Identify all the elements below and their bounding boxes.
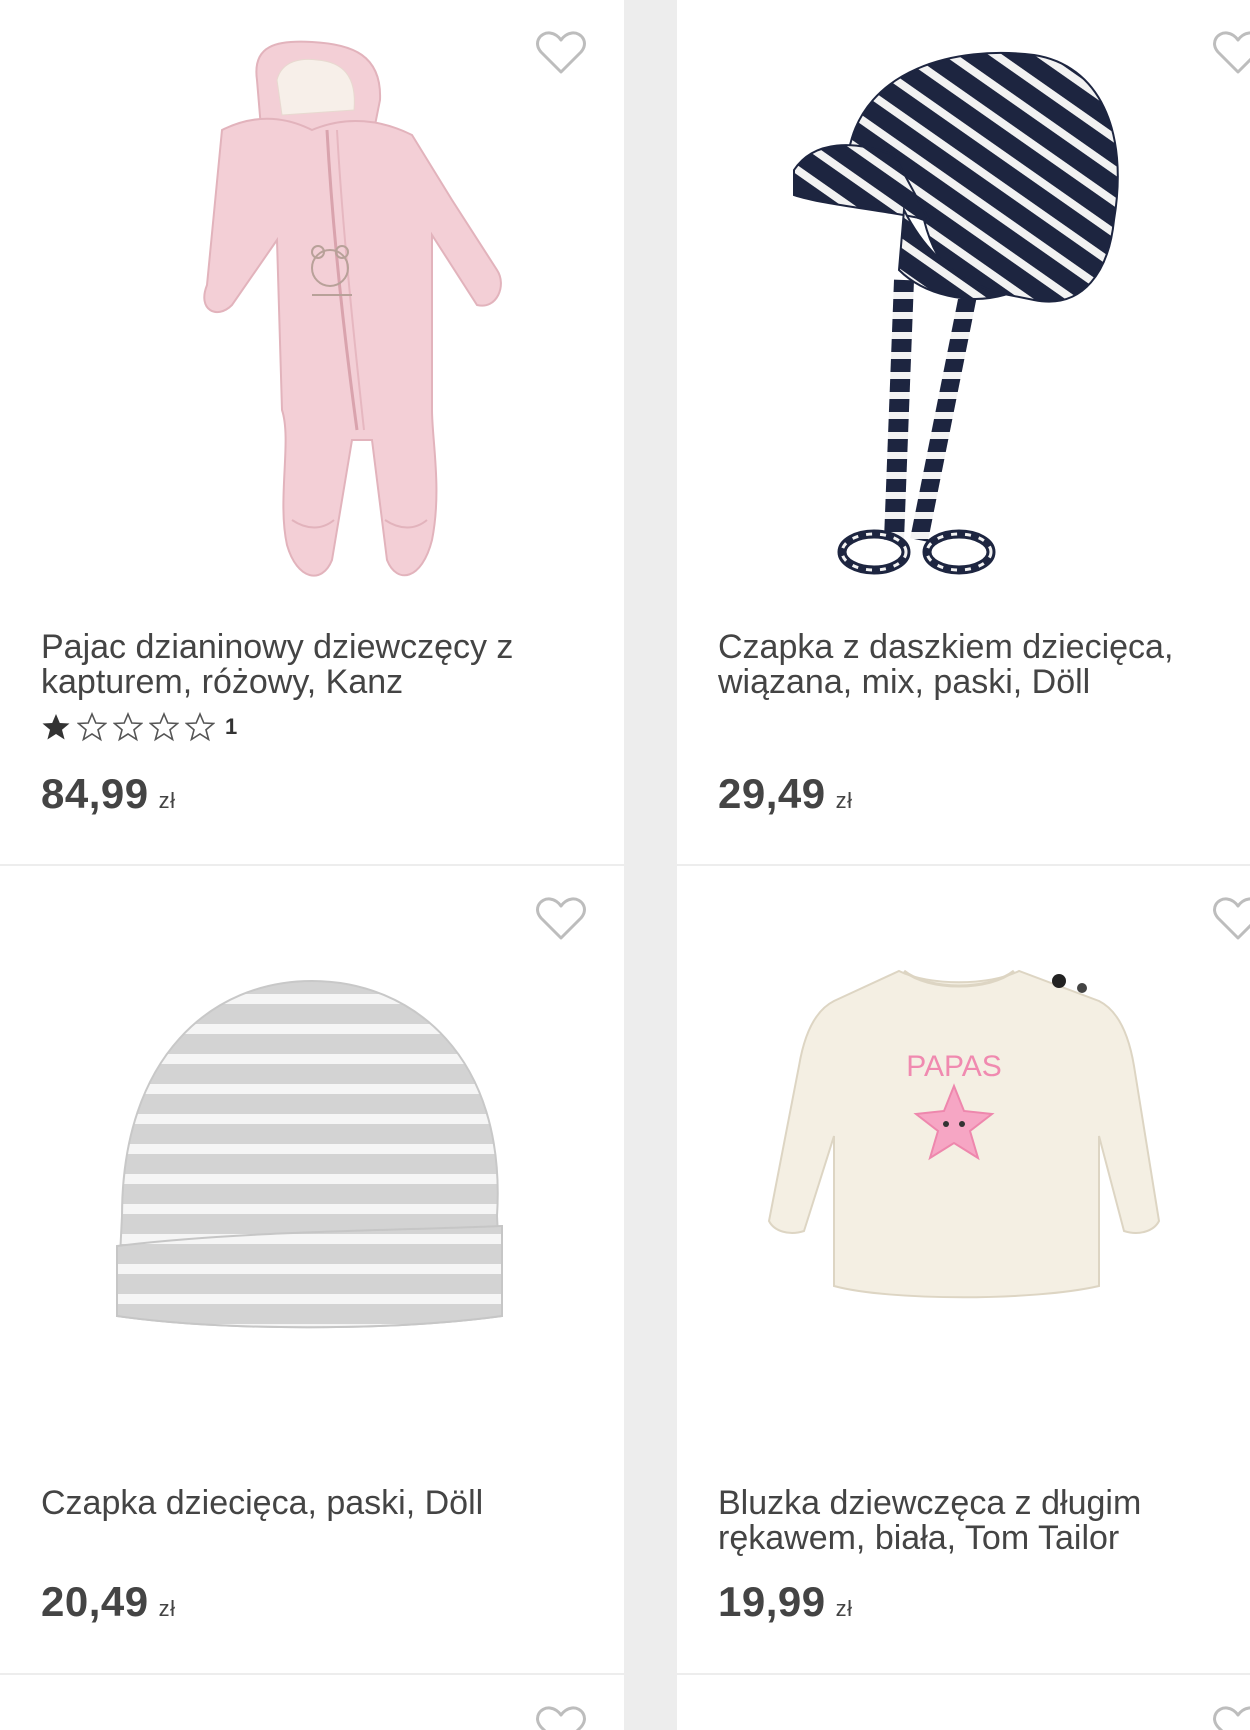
product-image[interactable] — [0, 886, 624, 1486]
product-card[interactable] — [677, 1675, 1250, 1730]
star-outline-icon — [185, 712, 215, 742]
star-filled-icon — [42, 714, 70, 740]
review-count: 1 — [225, 714, 238, 739]
striped-cap-navy-image — [792, 51, 1119, 575]
price-currency: zł — [158, 1596, 176, 1621]
favorite-button[interactable] — [1212, 1705, 1250, 1730]
striped-beanie-grey-image — [115, 979, 504, 1329]
product-price: 20,49 zł — [41, 1578, 176, 1626]
heart-outline-icon — [536, 1706, 586, 1730]
product-card[interactable] — [0, 1675, 624, 1730]
product-title[interactable]: Czapka z daszkiem dziecięca, wiązana, mi… — [718, 630, 1238, 700]
product-image[interactable] — [0, 20, 624, 620]
price-value: 84,99 — [41, 770, 149, 817]
star-outline-icon — [149, 712, 179, 742]
product-card[interactable]: PAPAS Bluzka dziewczęca z długim rękawem… — [677, 866, 1250, 1673]
price-currency: zł — [835, 1596, 853, 1621]
product-price: 19,99 zł — [718, 1578, 853, 1626]
cream-longsleeve-top-image: PAPAS — [767, 969, 1160, 1299]
product-title[interactable]: Bluzka dziewczęca z długim rękawem, biał… — [718, 1486, 1238, 1556]
favorite-button[interactable] — [535, 1705, 587, 1730]
pink-snowsuit-image — [203, 40, 502, 577]
heart-outline-icon — [1213, 1706, 1250, 1730]
price-currency: zł — [835, 788, 853, 813]
product-price: 29,49 zł — [718, 770, 853, 818]
price-value: 19,99 — [718, 1578, 826, 1625]
star-outline-icon — [113, 712, 143, 742]
shirt-print-text: PAPAS — [906, 1050, 1002, 1083]
product-card[interactable]: Pajac dzianinowy dziewczęcy z kapturem, … — [0, 0, 624, 864]
product-image[interactable]: PAPAS — [677, 886, 1250, 1486]
price-currency: zł — [158, 788, 176, 813]
product-grid: Pajac dzianinowy dziewczęcy z kapturem, … — [0, 0, 1250, 1730]
product-price: 84,99 zł — [41, 770, 176, 818]
product-rating: 1 — [41, 712, 237, 742]
product-card[interactable]: Czapka dziecięca, paski, Döll 20,49 zł — [0, 866, 624, 1673]
star-outline-icon — [77, 712, 107, 742]
product-title[interactable]: Czapka dziecięca, paski, Döll — [41, 1486, 561, 1521]
product-image[interactable] — [677, 20, 1250, 620]
product-title[interactable]: Pajac dzianinowy dziewczęcy z kapturem, … — [41, 630, 561, 700]
price-value: 29,49 — [718, 770, 826, 817]
product-card[interactable]: Czapka z daszkiem dziecięca, wiązana, mi… — [677, 0, 1250, 864]
price-value: 20,49 — [41, 1578, 149, 1625]
